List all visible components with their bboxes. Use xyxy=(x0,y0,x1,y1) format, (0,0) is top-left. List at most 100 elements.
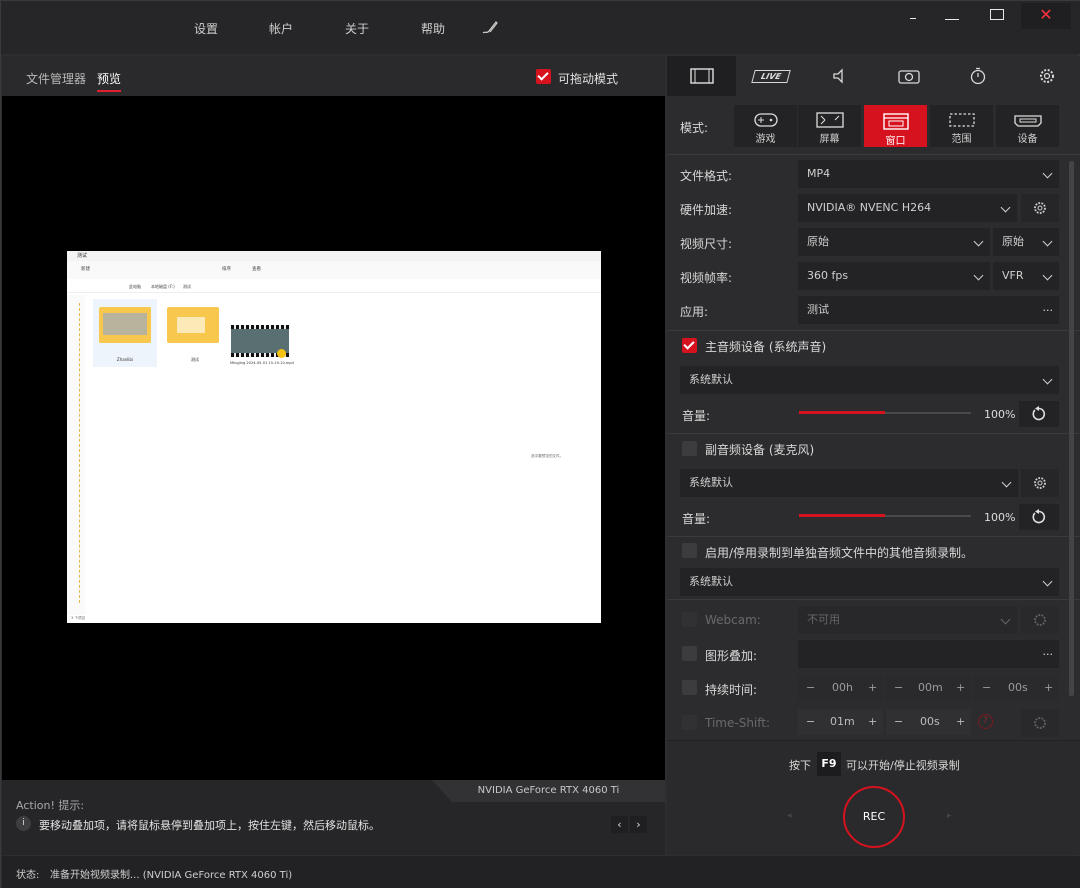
duration-checkbox[interactable] xyxy=(682,680,697,695)
overlay-browse-button[interactable]: ... xyxy=(1043,638,1054,666)
divider xyxy=(667,330,1080,331)
device-icon xyxy=(1013,115,1042,127)
overlay-checkbox[interactable] xyxy=(682,646,697,661)
tab-video[interactable] xyxy=(667,56,736,96)
menu-about[interactable]: 关于 xyxy=(345,20,369,37)
hw-accel-label: 硬件加速: xyxy=(680,203,733,217)
main-audio-checkbox[interactable] xyxy=(682,338,697,353)
tab-preview[interactable]: 预览 xyxy=(97,70,122,92)
maximize-button[interactable] xyxy=(990,9,1004,20)
explorer-item: 测试 xyxy=(163,299,227,367)
rec-button[interactable]: REC xyxy=(843,786,905,848)
menu-settings[interactable]: 设置 xyxy=(194,20,218,37)
main-volume-label: 音量: xyxy=(682,409,711,423)
timeshift-info-icon[interactable]: ? xyxy=(978,714,993,729)
region-icon xyxy=(948,113,975,127)
main-volume-reset-button[interactable] xyxy=(1019,401,1059,427)
extra-audio-device-select[interactable]: 系统默认 xyxy=(680,568,1059,596)
video-size-select-2[interactable]: 原始 xyxy=(993,228,1059,256)
video-size-select[interactable]: 原始 xyxy=(798,228,990,256)
webcam-select[interactable]: 不可用 xyxy=(798,606,1017,634)
speaker-icon xyxy=(832,68,843,84)
divider xyxy=(667,154,1080,155)
tab-live[interactable]: LIVE xyxy=(736,56,805,96)
explorer-status: 3 个项目 xyxy=(71,616,86,620)
overlay-field[interactable]: ... xyxy=(798,640,1059,668)
chevron-down-icon xyxy=(1042,374,1053,385)
chevron-down-icon xyxy=(973,236,984,247)
sub-volume-reset-button[interactable] xyxy=(1019,504,1059,530)
hint-title: Action! 提示: xyxy=(16,799,85,812)
right-pane: LIVE 模式: 游戏 屏幕 窗口 范围 设备 文件格式: MP4 硬件加速: … xyxy=(667,56,1080,855)
chevron-down-icon xyxy=(1000,202,1011,213)
explorer-new: 新建 xyxy=(81,267,90,272)
hint-prev-button[interactable]: ‹ xyxy=(611,816,628,833)
preview-screenshot: 测试 新建 排序 查看 此电脑 本地磁盘 (F:) 测试 Zhanlibi 测试… xyxy=(67,251,601,623)
menu-account[interactable]: 帐户 xyxy=(269,20,293,37)
main-audio-device-select[interactable]: 系统默认 xyxy=(680,366,1059,394)
drag-mode-checkbox[interactable] xyxy=(536,69,551,84)
pen-icon[interactable] xyxy=(481,19,499,35)
timeshift-settings-button[interactable] xyxy=(1021,709,1059,737)
browse-button[interactable]: ... xyxy=(1043,294,1054,322)
settings-scrollbar[interactable] xyxy=(1069,161,1074,696)
frame-rate-mode-select[interactable]: VFR xyxy=(993,262,1059,290)
explorer-toolbar: 新建 排序 查看 xyxy=(67,261,601,279)
prev-arrow-icon: ◂ xyxy=(787,811,792,821)
tab-file-manager[interactable]: 文件管理器 xyxy=(26,70,86,87)
timeshift-seconds-stepper[interactable]: −00s + xyxy=(886,709,971,735)
tab-screenshot[interactable] xyxy=(874,56,943,96)
duration-minutes-stepper[interactable]: −00m + xyxy=(886,675,971,701)
mode-region-button[interactable]: 范围 xyxy=(930,105,993,147)
chevron-down-icon xyxy=(1042,168,1053,179)
gamepad-icon xyxy=(753,113,778,127)
file-format-label: 文件格式: xyxy=(680,169,733,183)
explorer-path-2: 本地磁盘 (F:) xyxy=(151,284,175,289)
camera-icon xyxy=(897,70,920,84)
gpu-label: NVIDIA GeForce RTX 4060 Ti xyxy=(432,780,665,802)
timeshift-minutes-stepper[interactable]: −01m + xyxy=(798,709,883,735)
menu-help[interactable]: 帮助 xyxy=(421,20,445,37)
status-label: 状态: xyxy=(16,870,40,881)
minimize-button[interactable] xyxy=(945,19,959,20)
tab-audio[interactable] xyxy=(805,56,874,96)
mode-window-button[interactable]: 窗口 xyxy=(864,105,927,147)
hw-accel-select[interactable]: NVIDIA® NVENC H264 xyxy=(798,194,1017,222)
tab-timer[interactable] xyxy=(943,56,1012,96)
sub-audio-device-select[interactable]: 系统默认 xyxy=(680,469,1018,497)
compact-icon[interactable] xyxy=(910,18,916,19)
file-format-select[interactable]: MP4 xyxy=(798,160,1059,188)
mode-screen-button[interactable]: 屏幕 xyxy=(798,105,861,147)
duration-seconds-stepper[interactable]: −00s + xyxy=(974,675,1059,701)
sub-audio-settings-button[interactable] xyxy=(1021,469,1059,497)
explorer-path-1: 此电脑 xyxy=(129,284,141,289)
extra-audio-checkbox[interactable] xyxy=(682,543,697,558)
hint-next-button[interactable]: › xyxy=(630,816,647,833)
overlay-label: 图形叠加: xyxy=(705,649,758,663)
main-audio-label: 主音频设备 (系统声音) xyxy=(705,340,827,354)
extra-audio-label: 启用/停用录制到单独音频文件中的其他音频录制。 xyxy=(705,546,974,560)
divider xyxy=(667,433,1080,434)
timeshift-checkbox[interactable] xyxy=(682,715,697,730)
explorer-sidebar xyxy=(67,295,85,615)
duration-hours-stepper[interactable]: −00h + xyxy=(798,675,883,701)
sub-audio-checkbox[interactable] xyxy=(682,441,697,456)
mode-label: 模式: xyxy=(680,121,709,135)
close-button[interactable]: ✕ xyxy=(1021,3,1071,29)
webcam-checkbox[interactable] xyxy=(682,612,697,627)
tab-settings[interactable] xyxy=(1012,56,1080,96)
gear-icon xyxy=(1039,69,1054,83)
preview-area[interactable]: 测试 新建 排序 查看 此电脑 本地磁盘 (F:) 测试 Zhanlibi 测试… xyxy=(2,96,665,780)
mode-game-button[interactable]: 游戏 xyxy=(734,105,797,147)
explorer-titlebar: 测试 xyxy=(67,251,601,261)
app-field[interactable]: 测试... xyxy=(798,296,1059,324)
gear-icon xyxy=(1034,202,1046,214)
hw-accel-settings-button[interactable] xyxy=(1021,194,1059,222)
reset-icon xyxy=(1032,406,1046,421)
video-size-label: 视频尺寸: xyxy=(680,237,733,251)
sub-volume-value: 100% xyxy=(984,511,1016,524)
mode-device-button[interactable]: 设备 xyxy=(996,105,1059,147)
frame-rate-label: 视频帧率: xyxy=(680,271,733,285)
webcam-settings-button[interactable] xyxy=(1021,606,1059,634)
frame-rate-select[interactable]: 360 fps xyxy=(798,262,990,290)
